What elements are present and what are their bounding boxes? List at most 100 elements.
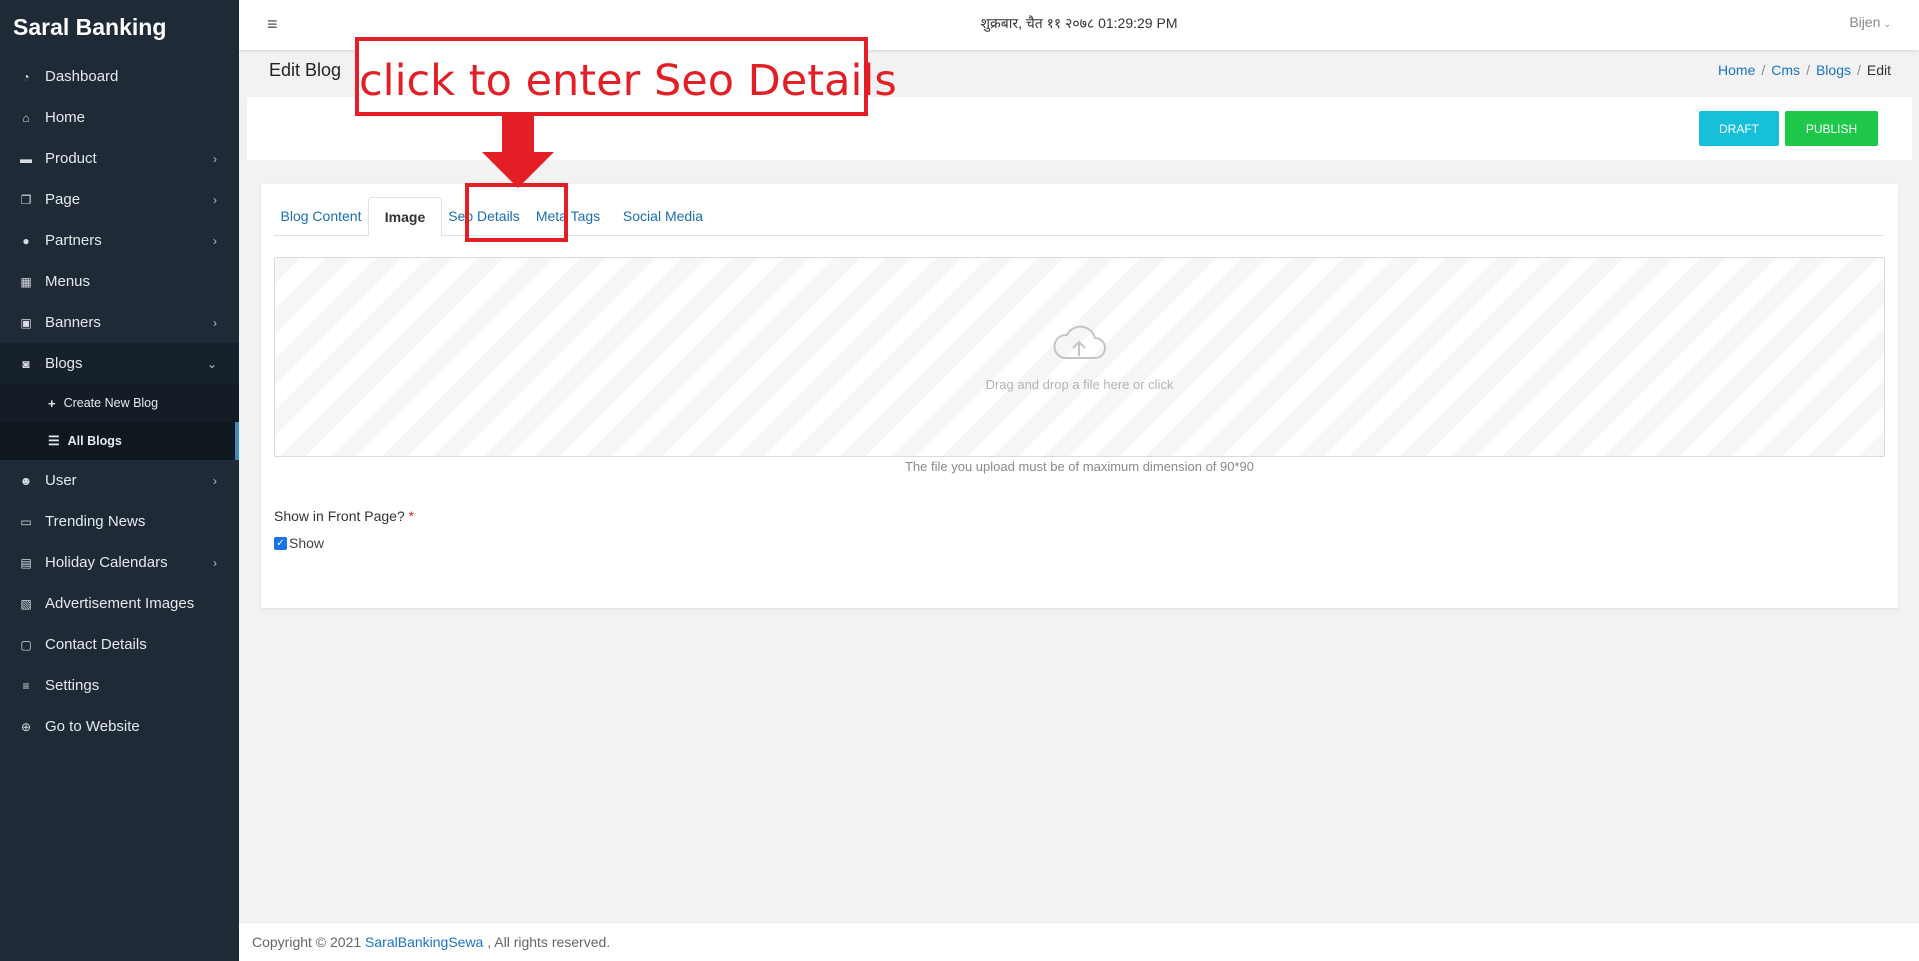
footer-rights: , All rights reserved.: [483, 934, 611, 950]
sidebar-item-label: Blogs: [45, 355, 83, 372]
ad-icon: ▧: [20, 596, 32, 611]
sidebar-item-trending-news[interactable]: ▭ Trending News: [0, 501, 239, 542]
sidebar-item-user[interactable]: ☻ User ›: [0, 460, 239, 501]
sidebar-item-label: Page: [45, 191, 81, 208]
home-icon: ⌂: [22, 110, 30, 125]
breadcrumb-cms[interactable]: Cms: [1771, 62, 1800, 78]
banners-icon: ▣: [20, 315, 32, 330]
brand-title[interactable]: Saral Banking: [0, 0, 239, 56]
tab-image[interactable]: Image: [368, 197, 442, 237]
footer: Copyright © 2021 SaralBankingSewa , All …: [239, 922, 1919, 961]
breadcrumb-home[interactable]: Home: [1718, 62, 1755, 78]
sidebar-item-banners[interactable]: ▣ Banners ›: [0, 302, 239, 343]
front-page-label: Show in Front Page? *: [274, 508, 414, 524]
breadcrumb-blogs[interactable]: Blogs: [1816, 62, 1851, 78]
news-icon: ▭: [20, 514, 32, 529]
chevron-right-icon: ›: [213, 315, 217, 330]
sidebar: Saral Banking ◔ Dashboard ⌂ Home ▬ Produ…: [0, 0, 239, 961]
tab-bar: Blog Content Image Seo Details Meta Tags…: [274, 197, 1884, 237]
annotation-arrow-icon: [482, 114, 554, 188]
datetime-display: शुक्रबार, चैत ११ २०७८ 01:29:29 PM: [980, 15, 1178, 31]
sidebar-item-label: Trending News: [45, 513, 146, 530]
caret-down-icon: ⌄: [1883, 19, 1891, 29]
blogs-icon: ◙: [22, 356, 30, 371]
tab-meta-tags[interactable]: Meta Tags: [526, 197, 610, 236]
plus-icon: +: [48, 395, 56, 411]
page-icon: ❐: [20, 192, 32, 207]
file-dropzone[interactable]: Drag and drop a file here or click: [274, 257, 1885, 457]
show-checkbox-label: Show: [289, 535, 325, 551]
chevron-right-icon: ›: [213, 151, 217, 166]
sidebar-item-holiday-calendars[interactable]: ▤ Holiday Calendars ›: [0, 542, 239, 583]
sidebar-item-label: User: [45, 472, 77, 489]
show-checkbox[interactable]: ✓: [274, 536, 287, 550]
sidebar-nav: ◔ Dashboard ⌂ Home ▬ Product › ❐ Page › …: [0, 56, 239, 747]
footer-link[interactable]: SaralBankingSewa: [365, 934, 483, 950]
breadcrumb-separator: /: [1856, 62, 1861, 78]
publish-button[interactable]: PUBLISH: [1785, 111, 1878, 146]
tab-blog-content[interactable]: Blog Content: [274, 197, 368, 236]
dashboard-icon: ◔: [22, 69, 30, 84]
breadcrumb-separator: /: [1806, 62, 1810, 78]
footer-copyright: Copyright © 2021: [252, 934, 366, 950]
tab-social-media[interactable]: Social Media: [610, 197, 716, 236]
chevron-right-icon: ›: [213, 473, 217, 488]
sidebar-item-label: Home: [45, 109, 86, 126]
sidebar-item-go-to-website[interactable]: ⊕ Go to Website: [0, 706, 239, 747]
sidebar-item-label: Banners: [45, 314, 101, 331]
sidebar-item-label: Dashboard: [45, 68, 119, 85]
chevron-right-icon: ›: [213, 233, 217, 248]
product-icon: ▬: [20, 151, 32, 166]
sidebar-item-product[interactable]: ▬ Product ›: [0, 138, 239, 179]
sidebar-item-settings[interactable]: ≡ Settings: [0, 665, 239, 706]
sidebar-item-menus[interactable]: ▦ Menus: [0, 261, 239, 302]
sidebar-item-blogs[interactable]: ◙ Blogs ⌄: [0, 343, 239, 384]
sidebar-item-label: Advertisement Images: [45, 595, 195, 612]
calendar-icon: ▤: [20, 555, 32, 570]
globe-icon: ⊕: [20, 719, 32, 734]
annotation-callout: click to enter Seo Details: [355, 37, 897, 116]
sidebar-item-home[interactable]: ⌂ Home: [0, 97, 239, 138]
chevron-right-icon: ›: [213, 555, 217, 570]
upload-hint: The file you upload must be of maximum d…: [904, 459, 1255, 474]
sidebar-item-advertisement-images[interactable]: ▧ Advertisement Images: [0, 583, 239, 624]
sidebar-item-label: Product: [45, 150, 97, 167]
contact-icon: ▢: [20, 637, 32, 652]
sidebar-item-label: Go to Website: [45, 718, 140, 735]
required-mark: *: [408, 508, 415, 524]
blog-edit-card: Blog Content Image Seo Details Meta Tags…: [261, 184, 1898, 608]
breadcrumb-separator: /: [1761, 62, 1766, 78]
sidebar-item-dashboard[interactable]: ◔ Dashboard: [0, 56, 239, 97]
users-icon: ☻: [19, 473, 33, 488]
list-icon: ☰: [48, 433, 60, 448]
sidebar-subitem-label: Create New Blog: [63, 396, 159, 410]
breadcrumb-current: Edit: [1866, 62, 1891, 78]
dropzone-text: Drag and drop a file here or click: [985, 377, 1174, 392]
grid-icon: ▦: [20, 274, 32, 289]
sidebar-item-label: Menus: [45, 273, 91, 290]
annotation-text: click to enter Seo Details: [359, 56, 897, 106]
tab-seo-details[interactable]: Seo Details: [442, 197, 526, 236]
sidebar-item-create-new-blog[interactable]: + Create New Blog: [0, 384, 239, 422]
chevron-down-icon: ⌄: [206, 356, 217, 371]
chevron-right-icon: ›: [213, 192, 217, 207]
show-checkbox-row[interactable]: ✓ Show: [274, 535, 324, 551]
settings-icon: ≡: [22, 678, 30, 693]
sidebar-item-label: Settings: [45, 677, 100, 694]
sidebar-item-contact-details[interactable]: ▢ Contact Details: [0, 624, 239, 665]
sidebar-item-partners[interactable]: ● Partners ›: [0, 220, 239, 261]
sidebar-item-label: Contact Details: [45, 636, 147, 653]
sidebar-item-page[interactable]: ❐ Page ›: [0, 179, 239, 220]
user-menu[interactable]: Bijen ⌄: [1849, 14, 1891, 30]
sidebar-item-all-blogs[interactable]: ☰ All Blogs: [0, 422, 239, 460]
sidebar-item-label: Holiday Calendars: [45, 554, 168, 571]
blogs-submenu: + Create New Blog ☰ All Blogs: [0, 384, 239, 460]
partners-icon: ●: [22, 233, 30, 248]
sidebar-subitem-label: All Blogs: [67, 434, 122, 448]
sidebar-item-label: Partners: [45, 232, 102, 249]
page-title: Edit Blog: [269, 60, 342, 80]
cloud-upload-icon: [1053, 325, 1106, 359]
draft-button[interactable]: DRAFT: [1699, 111, 1779, 146]
front-page-label-text: Show in Front Page?: [274, 508, 405, 524]
user-name: Bijen: [1849, 14, 1881, 30]
